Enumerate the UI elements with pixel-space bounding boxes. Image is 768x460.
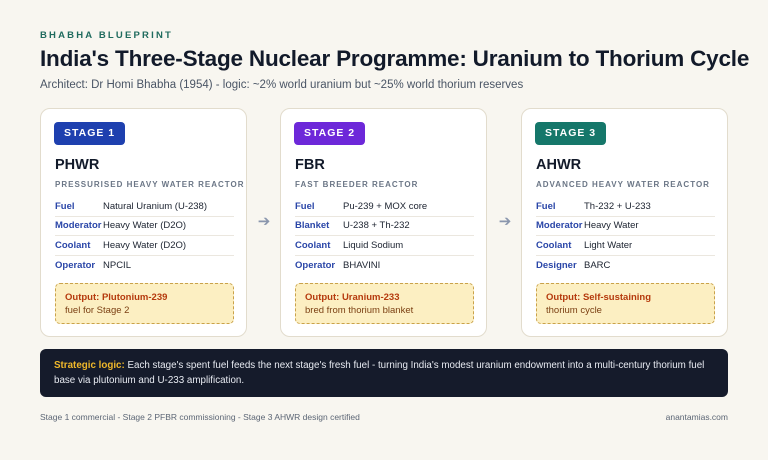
spec-row: Operator NPCIL xyxy=(55,256,234,276)
spec-table: Fuel Natural Uranium (U-238) Moderator Hea… xyxy=(55,197,234,275)
reactor-name: FBR xyxy=(295,157,325,173)
spec-row: Moderator Heavy Water xyxy=(536,217,715,236)
output-product: Self-sustaining xyxy=(582,292,652,303)
spec-value: Pu-239 + MOX core xyxy=(343,200,428,212)
spec-value: Liquid Sodium xyxy=(343,239,404,251)
spec-value: Th-232 + U-233 xyxy=(584,200,651,212)
output-box: Output: Plutonium-239 fuel for Stage 2 xyxy=(55,283,234,324)
spec-row: Designer BARC xyxy=(536,256,715,276)
reactor-name: PHWR xyxy=(55,157,100,173)
spec-row: Coolant Liquid Sodium xyxy=(295,236,474,256)
spec-row: Fuel Pu-239 + MOX core xyxy=(295,197,474,217)
spec-row: Coolant Heavy Water (D2O) xyxy=(55,236,234,256)
reactor-name: AHWR xyxy=(536,157,582,173)
spec-row: Moderator Heavy Water (D2O) xyxy=(55,217,234,236)
spec-key: Blanket xyxy=(295,220,330,232)
spec-value: Light Water xyxy=(584,239,633,251)
spec-value: Heavy Water (D2O) xyxy=(103,220,187,232)
spec-key: Coolant xyxy=(55,239,91,251)
spec-value: NPCIL xyxy=(103,259,131,271)
spec-value: Heavy Water xyxy=(584,220,639,232)
output-label: Output: xyxy=(546,292,581,303)
logic-label: Strategic logic: xyxy=(54,360,125,371)
spec-row: Blanket U-238 + Th-232 xyxy=(295,217,474,236)
output-box: Output: Uranium-233 bred from thorium bl… xyxy=(295,283,474,324)
spec-value: Natural Uranium (U-238) xyxy=(103,200,208,212)
spec-value: BARC xyxy=(584,259,611,271)
spec-table: Fuel Pu-239 + MOX core Blanket U-238 + Th-… xyxy=(295,197,474,275)
output-label: Output: xyxy=(305,292,340,303)
footer-status: Stage 1 commercial - Stage 2 PFBR commis… xyxy=(40,412,360,422)
stage-badge: STAGE 2 xyxy=(294,122,366,145)
reactor-full-name: PRESSURISED HEAVY WATER REACTOR xyxy=(55,180,245,189)
spec-row: Operator BHAVINI xyxy=(295,256,474,276)
output-note: bred from thorium blanket xyxy=(305,305,414,316)
footer-site: anantamias.com xyxy=(665,412,728,422)
spec-key: Designer xyxy=(536,259,577,271)
spec-value: BHAVINI xyxy=(343,259,381,271)
spec-value: Heavy Water (D2O) xyxy=(103,239,187,251)
spec-key: Coolant xyxy=(536,239,572,251)
stage-badge: STAGE 3 xyxy=(535,122,607,145)
spec-key: Coolant xyxy=(295,239,331,251)
strategic-logic-banner: Strategic logic: Each stage's spent fuel… xyxy=(40,349,728,397)
reactor-full-name: FAST BREEDER REACTOR xyxy=(295,180,419,189)
output-label: Output: xyxy=(65,292,100,303)
spec-row: Coolant Light Water xyxy=(536,236,715,256)
logic-text: Each stage's spent fuel feeds the next s… xyxy=(54,360,705,386)
stage-card-3: STAGE 3 AHWR ADVANCED HEAVY WATER REACTO… xyxy=(521,108,728,337)
reactor-full-name: ADVANCED HEAVY WATER REACTOR xyxy=(536,180,710,189)
output-note: thorium cycle xyxy=(546,305,602,316)
output-product: Uranium-233 xyxy=(341,292,400,303)
spec-key: Fuel xyxy=(536,200,556,212)
spec-key: Operator xyxy=(55,259,96,271)
stage-card-1: STAGE 1 PHWR PRESSURISED HEAVY WATER REA… xyxy=(40,108,247,337)
output-box: Output: Self-sustaining thorium cycle xyxy=(536,283,715,324)
spec-key: Fuel xyxy=(55,200,75,212)
spec-row: Fuel Natural Uranium (U-238) xyxy=(55,197,234,217)
spec-key: Operator xyxy=(295,259,336,271)
stage-badge: STAGE 1 xyxy=(54,122,126,145)
spec-key: Moderator xyxy=(536,220,583,232)
spec-table: Fuel Th-232 + U-233 Moderator Heavy Water … xyxy=(536,197,715,275)
spec-value: U-238 + Th-232 xyxy=(343,220,410,232)
spec-row: Fuel Th-232 + U-233 xyxy=(536,197,715,217)
spec-key: Fuel xyxy=(295,200,315,212)
arrow-right-icon: ➔ xyxy=(498,213,512,230)
output-product: Plutonium-239 xyxy=(101,292,168,303)
stage-card-2: STAGE 2 FBR FAST BREEDER REACTOR Fuel Pu-… xyxy=(280,108,487,337)
arrow-right-icon: ➔ xyxy=(257,213,271,230)
output-note: fuel for Stage 2 xyxy=(65,305,130,316)
kicker: BHABHA BLUEPRINT xyxy=(40,30,174,41)
subtitle: Architect: Dr Homi Bhabha (1954) - logic… xyxy=(40,79,524,91)
page-title: India's Three-Stage Nuclear Programme: U… xyxy=(40,46,750,71)
spec-key: Moderator xyxy=(55,220,102,232)
